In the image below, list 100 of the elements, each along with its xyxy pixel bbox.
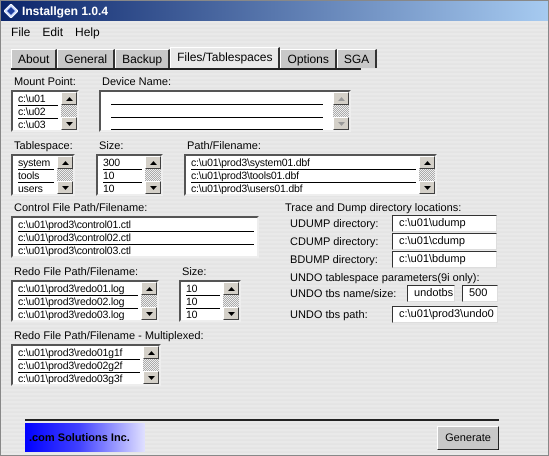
scrollbar[interactable] bbox=[61, 92, 77, 130]
list-entry-field[interactable]: c:\u01 bbox=[18, 93, 58, 106]
scroll-down-button[interactable] bbox=[223, 307, 239, 320]
field-label: Path/Filename: bbox=[186, 140, 262, 152]
field-label: Redo File Path/Filename - Multiplexed: bbox=[13, 330, 205, 342]
list-entry-field[interactable]: 10 bbox=[103, 170, 142, 183]
menu-item[interactable]: Edit bbox=[42, 25, 64, 39]
company-logo: .com Solutions Inc. bbox=[25, 423, 145, 452]
list-entry-field[interactable]: c:\u01\prod3\control01.ctl bbox=[18, 219, 254, 232]
list-entry-field[interactable]: c:\u01\prod3\redo01g1f bbox=[18, 347, 140, 360]
down-arrow-icon bbox=[424, 186, 430, 190]
scroll-down-button[interactable] bbox=[145, 181, 161, 194]
scrollbar[interactable] bbox=[145, 156, 161, 194]
undo-path-field[interactable]: c:\u01\prod3\undo0 bbox=[392, 306, 498, 323]
app-icon bbox=[4, 4, 18, 18]
tab[interactable]: General bbox=[57, 49, 116, 68]
list-entry-field[interactable]: 10 bbox=[103, 183, 142, 194]
tab[interactable]: Backup bbox=[115, 49, 170, 68]
list-entry-field[interactable]: c:\u01\prod3\redo02.log bbox=[18, 296, 138, 309]
list-entry-field[interactable]: c:\u01\prod3\control03.ctl bbox=[18, 245, 254, 256]
scrollbar[interactable] bbox=[143, 346, 159, 384]
generate-button[interactable]: Generate bbox=[437, 426, 499, 450]
scroll-down-button[interactable] bbox=[57, 181, 73, 194]
redo-size-list[interactable]: 10 10 10 bbox=[179, 280, 241, 322]
scroll-down-button[interactable] bbox=[141, 307, 157, 320]
size-list[interactable]: 300 10 10 bbox=[96, 154, 163, 196]
scroll-up-button[interactable] bbox=[419, 156, 435, 169]
list-entry-field[interactable]: c:\u01\prod3\control02.ctl bbox=[18, 232, 254, 245]
undo-size-field[interactable]: 500 bbox=[462, 285, 498, 302]
field-label: Size: bbox=[181, 266, 208, 278]
field-label: Mount Point: bbox=[13, 76, 77, 88]
list-entry-field[interactable]: c:\u01\prod3\users01.dbf bbox=[191, 183, 416, 194]
field-label: BDUMP directory: bbox=[290, 254, 379, 266]
list-entry-field[interactable]: c:\u02 bbox=[18, 106, 58, 119]
field-label: UNDO tbs path: bbox=[290, 308, 369, 320]
list-entry-field[interactable]: 300 bbox=[103, 157, 142, 170]
list-entry-field[interactable]: tools bbox=[18, 170, 54, 183]
menu-item[interactable]: File bbox=[11, 25, 30, 39]
up-arrow-icon bbox=[66, 96, 72, 100]
tablespace-list[interactable]: system tools users bbox=[11, 154, 75, 196]
redo-file-list[interactable]: c:\u01\prod3\redo01.log c:\u01\prod3\redo02.log c:\u01\prod3\redo03.log bbox=[11, 280, 159, 322]
scrollbar[interactable] bbox=[419, 156, 435, 194]
down-arrow-icon bbox=[62, 186, 68, 190]
field-label: CDUMP directory: bbox=[290, 236, 380, 248]
field-label: Size: bbox=[98, 140, 124, 152]
directory-field[interactable]: c:\u01\bdump bbox=[392, 251, 497, 268]
directory-field[interactable]: c:\u01\udump bbox=[392, 215, 497, 232]
scroll-up-button[interactable] bbox=[61, 92, 77, 105]
list-entry-field[interactable]: users bbox=[18, 183, 54, 194]
menu-item[interactable]: Help bbox=[75, 25, 100, 39]
scroll-up-button[interactable] bbox=[143, 346, 159, 359]
up-arrow-icon bbox=[148, 350, 154, 354]
list-entry-field[interactable]: c:\u01\prod3\redo03g3f bbox=[18, 373, 140, 384]
field-label: Redo File Path/Filename: bbox=[13, 266, 140, 278]
down-arrow-icon bbox=[146, 312, 152, 316]
scroll-down-button[interactable] bbox=[61, 117, 77, 130]
field-label: Tablespace: bbox=[13, 140, 74, 152]
list-entry-field[interactable]: c:\u01\prod3\redo03.log bbox=[18, 309, 138, 320]
list-entry-field[interactable]: 10 bbox=[186, 296, 220, 309]
list-entry-field[interactable]: c:\u01\prod3\redo02g2f bbox=[18, 360, 140, 373]
list-entry-field[interactable]: 10 bbox=[186, 309, 220, 320]
scroll-up-button[interactable] bbox=[141, 282, 157, 295]
multiplexed-redo-list[interactable]: c:\u01\prod3\redo01g1f c:\u01\prod3\redo02g2f c:\u01\prod3\redo03g3f bbox=[11, 344, 161, 386]
list-entry-field[interactable]: c:\u03 bbox=[18, 119, 58, 130]
down-arrow-icon bbox=[338, 122, 344, 126]
tab[interactable]: Files/Tablespaces bbox=[170, 47, 280, 68]
scrollbar[interactable] bbox=[57, 156, 73, 194]
scroll-up-button[interactable] bbox=[145, 156, 161, 169]
list-entry-field[interactable]: c:\u01\prod3\tools01.dbf bbox=[191, 170, 416, 183]
field-label: UDUMP directory: bbox=[290, 218, 380, 230]
scroll-up-button[interactable] bbox=[223, 282, 239, 295]
tab[interactable]: SGA bbox=[336, 49, 378, 68]
list-entry-field[interactable]: c:\u01\prod3\redo01.log bbox=[18, 283, 138, 296]
path-list[interactable]: c:\u01\prod3\system01.dbf c:\u01\prod3\tools01.dbf c:\u01\prod3\users01.dbf bbox=[184, 154, 437, 196]
tab[interactable]: Options bbox=[280, 49, 337, 68]
scrollbar[interactable] bbox=[223, 282, 239, 320]
scrollbar[interactable] bbox=[141, 282, 157, 320]
scroll-up-button[interactable] bbox=[57, 156, 73, 169]
list-entry-field[interactable]: c:\u01\prod3\system01.dbf bbox=[191, 157, 416, 170]
down-arrow-icon bbox=[150, 186, 156, 190]
section-heading: Trace and Dump directory locations: bbox=[284, 202, 462, 214]
mount-point-list[interactable]: c:\u01 c:\u02 c:\u03 bbox=[11, 90, 79, 132]
up-arrow-icon bbox=[62, 160, 68, 164]
up-arrow-icon bbox=[424, 160, 430, 164]
list-entry-field[interactable]: system bbox=[18, 157, 54, 170]
up-arrow-icon bbox=[338, 96, 344, 100]
list-entry-field[interactable]: 10 bbox=[186, 283, 220, 296]
undo-name-field[interactable]: undotbs bbox=[407, 285, 455, 302]
tab[interactable]: About bbox=[11, 49, 58, 68]
scroll-down-button[interactable] bbox=[143, 371, 159, 384]
up-arrow-icon bbox=[150, 160, 156, 164]
window-title: Installgen 1.0.4 bbox=[22, 4, 108, 18]
directory-field[interactable]: c:\u01\cdump bbox=[392, 233, 497, 250]
field-label: Control File Path/Filename: bbox=[13, 202, 148, 214]
field-label: Device Name: bbox=[101, 76, 172, 88]
down-arrow-icon bbox=[66, 122, 72, 126]
up-arrow-icon bbox=[146, 286, 152, 290]
scroll-down-button[interactable] bbox=[419, 181, 435, 194]
down-arrow-icon bbox=[148, 376, 154, 380]
control-file-list[interactable]: c:\u01\prod3\control01.ctl c:\u01\prod3\control02.ctl c:\u01\prod3\control03.ctl bbox=[11, 216, 259, 258]
